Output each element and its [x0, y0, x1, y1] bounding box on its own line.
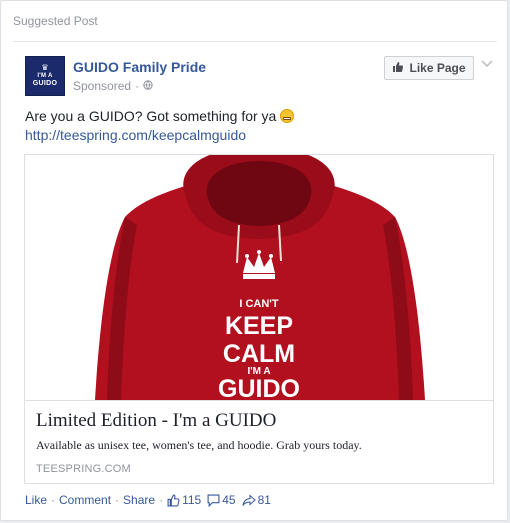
meta-separator: ·: [135, 79, 140, 93]
attachment-image[interactable]: I CAN'T KEEP CALM I'M A GUIDO: [25, 155, 493, 400]
crown-icon: ♛: [41, 63, 49, 72]
like-page-button[interactable]: Like Page: [384, 56, 474, 80]
grimace-emoji-icon: [280, 109, 295, 123]
attachment-title[interactable]: Limited Edition - I'm a GUIDO: [36, 410, 276, 432]
suggested-post-card: Suggested Post ♛ I'M A GUIDO GUIDO Famil…: [0, 0, 508, 521]
attachment-description: Available as unisex tee, women's tee, an…: [36, 438, 362, 452]
post-message: Are you a GUIDO? Got something for ya: [25, 108, 295, 124]
avatar-text-line1: I'M A: [37, 73, 53, 79]
like-link[interactable]: Like: [25, 493, 47, 507]
link-attachment[interactable]: I CAN'T KEEP CALM I'M A GUIDO Limited Ed…: [24, 154, 494, 484]
suggested-post-label: Suggested Post: [13, 1, 497, 42]
hoodie-print-line5: GUIDO: [218, 375, 300, 400]
share-arrow-icon[interactable]: [242, 493, 256, 507]
share-link[interactable]: Share: [123, 493, 155, 507]
action-separator: ·: [51, 493, 56, 508]
thumbs-up-icon: [392, 61, 404, 76]
comments-count[interactable]: 45: [222, 493, 235, 507]
post-link[interactable]: http://teespring.com/keepcalmguido: [25, 127, 246, 143]
likes-thumbs-up-icon[interactable]: [167, 493, 180, 507]
post-meta: Sponsored ·: [73, 79, 153, 93]
avatar-text-line2: GUIDO: [32, 80, 58, 87]
page-name-link[interactable]: GUIDO Family Pride: [73, 59, 206, 75]
comment-bubble-icon[interactable]: [207, 493, 220, 508]
chevron-down-icon[interactable]: [481, 57, 493, 71]
comment-link[interactable]: Comment: [59, 493, 111, 507]
action-separator: ·: [115, 493, 120, 508]
post-actions-bar: Like · Comment · Share · 115 45 81: [25, 493, 277, 508]
page-avatar[interactable]: ♛ I'M A GUIDO: [25, 56, 65, 96]
attachment-domain: TEESPRING.COM: [36, 463, 131, 475]
crown-icon: [243, 250, 275, 279]
hoodie-print-line3: CALM: [222, 340, 296, 368]
sponsored-label[interactable]: Sponsored: [73, 79, 131, 93]
post-message-text: Are you a GUIDO? Got something for ya: [25, 108, 277, 124]
attachment-caption[interactable]: Limited Edition - I'm a GUIDO Available …: [25, 400, 493, 483]
like-page-label: Like Page: [409, 61, 466, 75]
likes-count[interactable]: 115: [182, 493, 201, 507]
globe-icon: [143, 79, 153, 93]
action-separator: ·: [159, 493, 164, 508]
hoodie-print-line2: KEEP: [224, 312, 294, 340]
hoodie-print-line1: I CAN'T: [239, 298, 279, 310]
shares-count[interactable]: 81: [258, 493, 271, 507]
